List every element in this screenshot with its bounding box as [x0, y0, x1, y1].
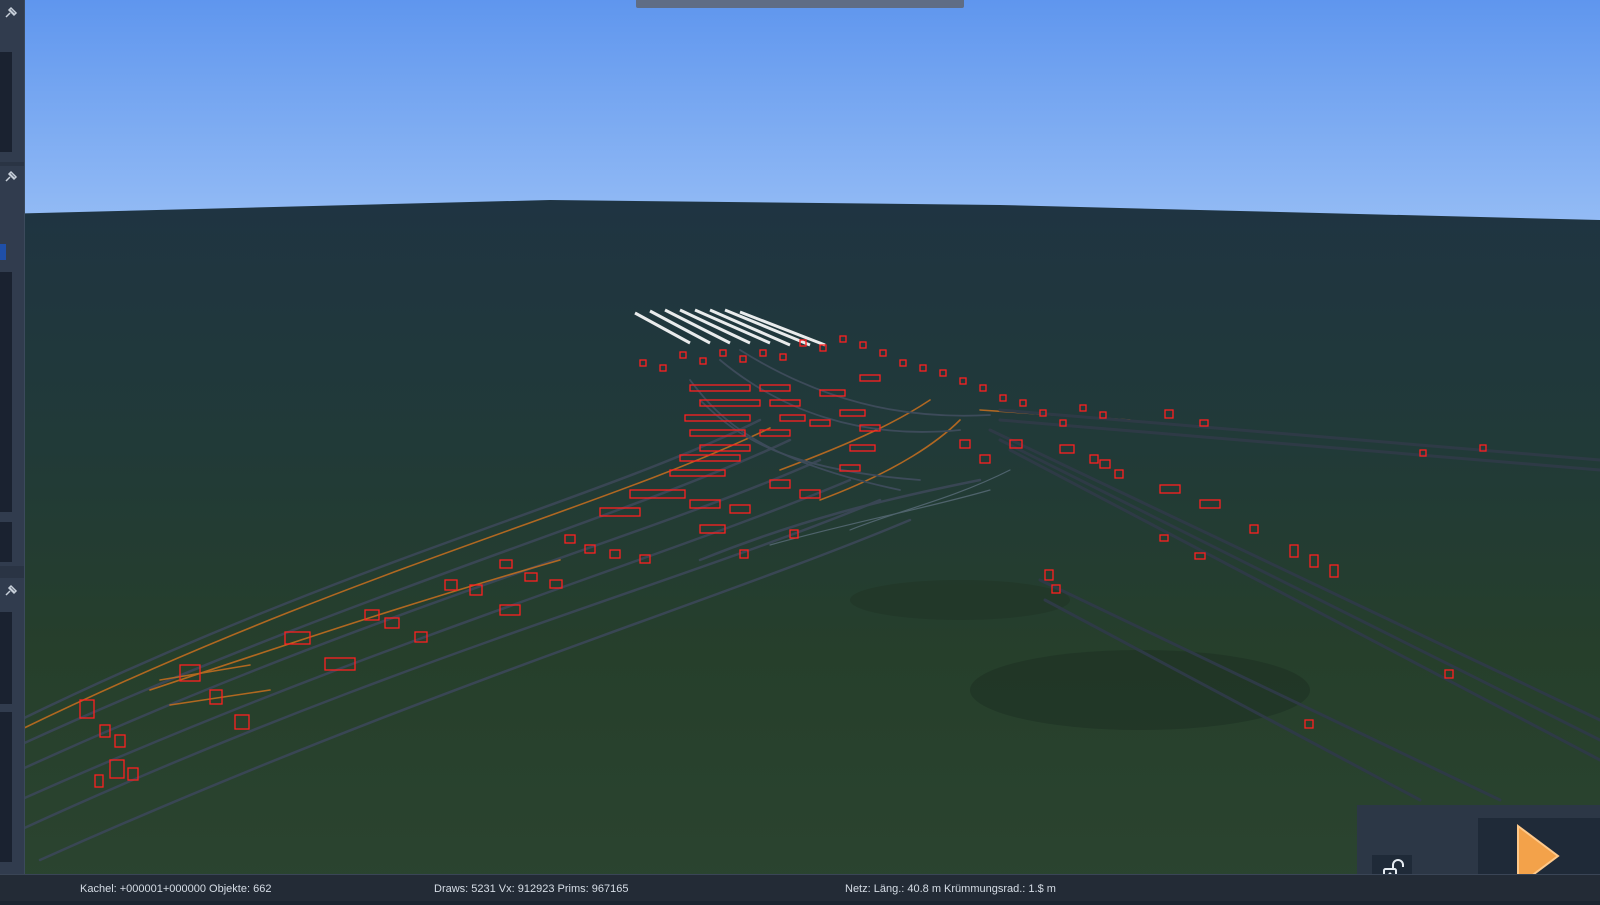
left-toolbar [0, 0, 25, 874]
toolbar-slot[interactable] [0, 52, 12, 152]
status-net-info: Netz: Läng.: 40.8 m Krümmungsrad.: 1.$ m [845, 883, 1056, 895]
sky [0, 0, 1600, 220]
pin-icon[interactable] [3, 584, 19, 598]
toolbar-slot[interactable] [0, 272, 12, 512]
pin-icon[interactable] [3, 6, 19, 20]
top-panel-handle[interactable] [636, 0, 964, 8]
toolbar-slot[interactable] [0, 612, 12, 704]
status-tile-objects: Kachel: +000001+000000 Objekte: 662 [80, 883, 272, 895]
toolbar-slot[interactable] [0, 522, 12, 562]
ground-plane [0, 200, 1600, 900]
status-bar: Kachel: +000001+000000 Objekte: 662 Draw… [0, 874, 1600, 901]
toolbar-slot[interactable] [0, 244, 6, 260]
status-render-stats: Draws: 5231 Vx: 912923 Prims: 967165 [434, 883, 629, 895]
toolbar-slot[interactable] [0, 712, 12, 862]
pin-icon[interactable] [3, 170, 19, 184]
3d-viewport[interactable] [0, 0, 1600, 900]
